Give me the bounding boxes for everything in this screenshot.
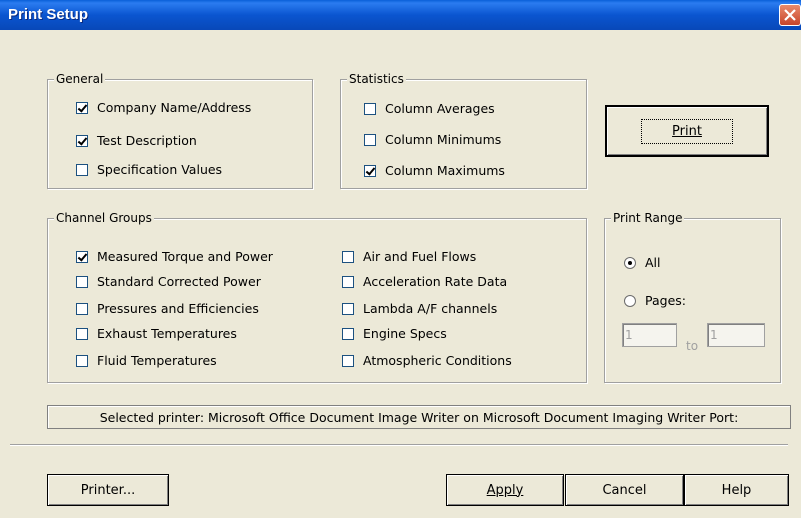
- status-text: Selected printer: Microsoft Office Docum…: [99, 409, 739, 425]
- apply-button-label: Apply: [486, 482, 524, 498]
- apply-button[interactable]: Apply: [446, 474, 564, 506]
- statistics-group-title: Statistics: [347, 71, 406, 87]
- checkbox-label: Column Maximums: [385, 163, 505, 178]
- checkbox-label: Measured Torque and Power: [97, 249, 273, 264]
- checkbox-box[interactable]: [342, 327, 354, 340]
- checkbox-exhaust-temperatures[interactable]: Exhaust Temperatures: [76, 326, 237, 341]
- checkbox-label: Column Averages: [385, 101, 495, 116]
- checkbox-column-averages[interactable]: Column Averages: [364, 101, 495, 116]
- checkbox-column-minimums[interactable]: Column Minimums: [364, 132, 501, 147]
- checkbox-label: Test Description: [97, 133, 197, 148]
- checkbox-label: Pressures and Efficiencies: [97, 301, 259, 316]
- page-from-input[interactable]: 1: [622, 323, 677, 347]
- print-range-title: Print Range: [611, 210, 685, 226]
- checkbox-box[interactable]: [76, 163, 88, 176]
- cancel-button-label: Cancel: [602, 482, 647, 498]
- checkbox-box[interactable]: [76, 134, 88, 147]
- checkbox-label: Acceleration Rate Data: [363, 274, 508, 289]
- checkbox-label: Engine Specs: [363, 326, 447, 341]
- print-button[interactable]: Print: [605, 105, 769, 157]
- close-icon: [784, 9, 796, 21]
- checkbox-air-fuel-flows[interactable]: Air and Fuel Flows: [342, 249, 476, 264]
- checkbox-label: Lambda A/F channels: [363, 301, 498, 316]
- checkbox-lambda-af[interactable]: Lambda A/F channels: [342, 301, 497, 316]
- checkbox-box[interactable]: [76, 327, 88, 340]
- checkbox-label: Fluid Temperatures: [97, 353, 217, 368]
- checkbox-company-name[interactable]: Company Name/Address: [76, 100, 251, 115]
- general-group-title: General: [54, 71, 106, 87]
- checkbox-box[interactable]: [342, 275, 354, 288]
- checkbox-label: Company Name/Address: [97, 100, 252, 115]
- checkbox-box[interactable]: [76, 354, 88, 367]
- cancel-button[interactable]: Cancel: [565, 474, 684, 506]
- checkbox-box[interactable]: [364, 102, 376, 115]
- checkbox-box[interactable]: [342, 354, 354, 367]
- checkbox-column-maximums[interactable]: Column Maximums: [364, 163, 505, 178]
- channel-groups-title: Channel Groups: [54, 210, 154, 226]
- print-button-label: Print: [641, 118, 733, 144]
- checkbox-label: Air and Fuel Flows: [363, 249, 477, 264]
- radio-button[interactable]: [624, 256, 636, 269]
- help-button-label: Help: [721, 482, 752, 498]
- radio-pages[interactable]: Pages:: [624, 293, 686, 308]
- checkbox-standard-corrected-power[interactable]: Standard Corrected Power: [76, 274, 261, 289]
- checkbox-box[interactable]: [76, 275, 88, 288]
- checkbox-box[interactable]: [76, 250, 88, 263]
- printer-button-label: Printer...: [80, 482, 136, 498]
- checkbox-label: Exhaust Temperatures: [97, 326, 237, 341]
- radio-button[interactable]: [624, 294, 636, 307]
- checkbox-fluid-temperatures[interactable]: Fluid Temperatures: [76, 353, 217, 368]
- checkbox-box[interactable]: [364, 164, 376, 177]
- checkbox-box[interactable]: [364, 133, 376, 146]
- checkbox-box[interactable]: [76, 302, 88, 315]
- window-title: Print Setup: [8, 6, 89, 23]
- divider: [10, 444, 788, 446]
- selected-printer-status: Selected printer: Microsoft Office Docum…: [47, 405, 791, 429]
- checkbox-label: Atmospheric Conditions: [363, 353, 512, 368]
- checkbox-label: Standard Corrected Power: [97, 274, 261, 289]
- checkbox-box[interactable]: [342, 302, 354, 315]
- checkbox-engine-specs[interactable]: Engine Specs: [342, 326, 447, 341]
- checkbox-label: Specification Values: [97, 162, 223, 177]
- checkbox-acceleration-rate[interactable]: Acceleration Rate Data: [342, 274, 507, 289]
- checkbox-label: Column Minimums: [385, 132, 502, 147]
- checkbox-specification-values[interactable]: Specification Values: [76, 162, 222, 177]
- checkbox-pressures-efficiencies[interactable]: Pressures and Efficiencies: [76, 301, 259, 316]
- help-button[interactable]: Help: [684, 474, 789, 506]
- to-label: to: [686, 339, 699, 353]
- radio-label: Pages:: [645, 293, 686, 308]
- radio-label: All: [645, 255, 661, 270]
- printer-button[interactable]: Printer...: [47, 474, 169, 506]
- checkbox-atmospheric-conditions[interactable]: Atmospheric Conditions: [342, 353, 512, 368]
- checkbox-test-description[interactable]: Test Description: [76, 133, 197, 148]
- page-to-input[interactable]: 1: [707, 323, 765, 347]
- checkbox-box[interactable]: [76, 101, 88, 114]
- checkbox-measured-torque[interactable]: Measured Torque and Power: [76, 249, 273, 264]
- close-button[interactable]: [779, 4, 801, 26]
- radio-all[interactable]: All: [624, 255, 661, 270]
- checkbox-box[interactable]: [342, 250, 354, 263]
- title-bar[interactable]: Print Setup: [0, 0, 801, 30]
